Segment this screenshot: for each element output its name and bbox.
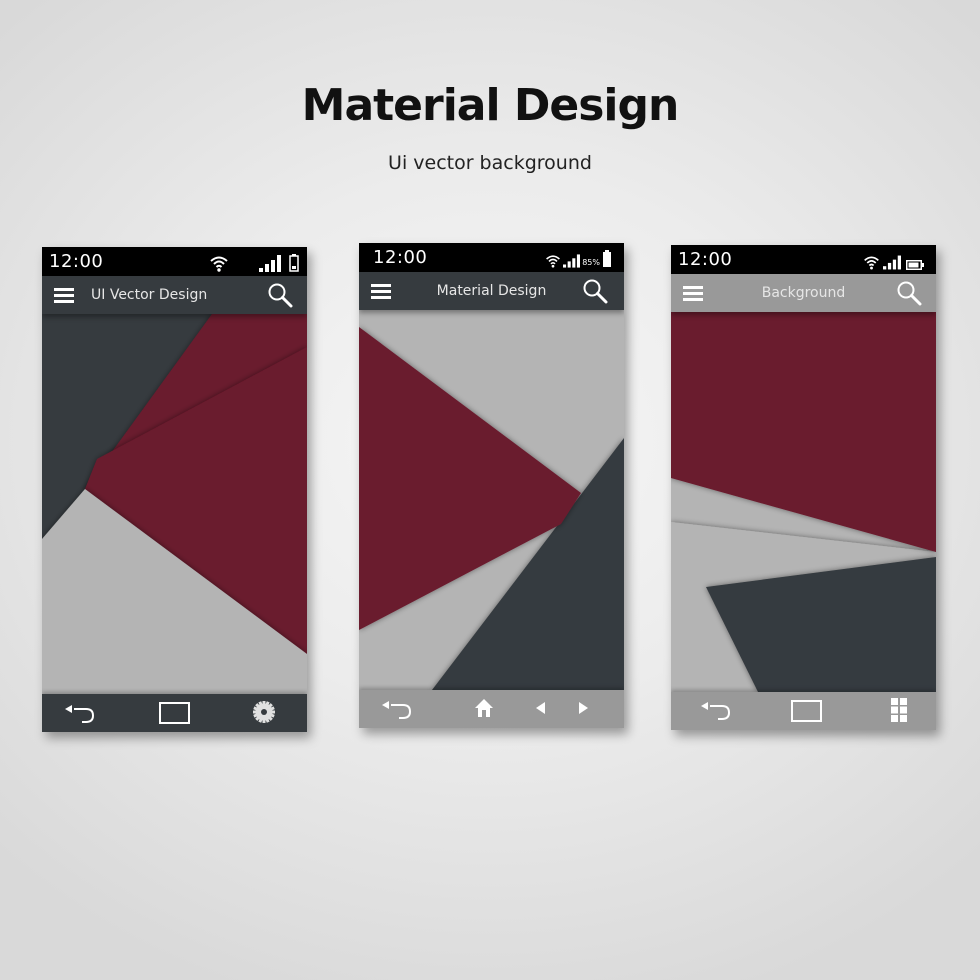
nav-bar <box>42 694 307 732</box>
recents-icon[interactable] <box>159 702 190 724</box>
status-bar: 12:00 <box>42 247 307 276</box>
search-icon[interactable] <box>582 278 608 304</box>
material-background <box>359 310 624 690</box>
page-subtitle: Ui vector background <box>388 152 592 174</box>
wifi-icon <box>546 255 561 268</box>
back-icon[interactable] <box>65 703 99 725</box>
status-bar: 12:00 85% <box>359 243 624 272</box>
search-icon[interactable] <box>896 280 922 306</box>
apps-grid-icon[interactable] <box>891 698 908 722</box>
recents-icon[interactable] <box>791 700 822 722</box>
status-time: 12:00 <box>49 251 104 272</box>
battery-icon <box>289 254 299 272</box>
app-title: UI Vector Design <box>91 287 208 303</box>
battery-percent: 85% <box>582 258 600 267</box>
nav-bar <box>671 692 936 730</box>
battery-icon <box>906 260 924 270</box>
phone-mockup-1: 12:00 UI Vector Design <box>42 247 307 732</box>
back-icon[interactable] <box>382 699 416 721</box>
hamburger-menu-icon[interactable] <box>54 288 74 303</box>
status-time: 12:00 <box>373 247 428 268</box>
wifi-icon <box>210 256 228 272</box>
search-icon[interactable] <box>267 282 293 308</box>
phone-mockup-3: 12:00 Background <box>671 245 936 730</box>
settings-gear-icon[interactable] <box>252 700 276 724</box>
page-title: Material Design <box>301 80 680 131</box>
phone-mockup-2: 12:00 85% Material Design <box>359 243 624 728</box>
app-bar: Background <box>671 274 936 312</box>
material-background <box>42 314 307 694</box>
next-icon[interactable] <box>579 702 589 714</box>
signal-icon <box>563 254 581 268</box>
nav-bar <box>359 690 624 728</box>
app-bar: UI Vector Design <box>42 276 307 314</box>
back-icon[interactable] <box>701 700 735 722</box>
previous-icon[interactable] <box>536 702 546 714</box>
signal-icon <box>259 255 281 272</box>
wifi-icon <box>864 256 879 270</box>
app-bar: Material Design <box>359 272 624 310</box>
home-icon[interactable] <box>474 698 494 718</box>
battery-icon <box>603 250 611 267</box>
status-time: 12:00 <box>678 249 733 270</box>
status-bar: 12:00 <box>671 245 936 274</box>
material-background <box>671 312 936 692</box>
signal-icon <box>883 255 901 270</box>
